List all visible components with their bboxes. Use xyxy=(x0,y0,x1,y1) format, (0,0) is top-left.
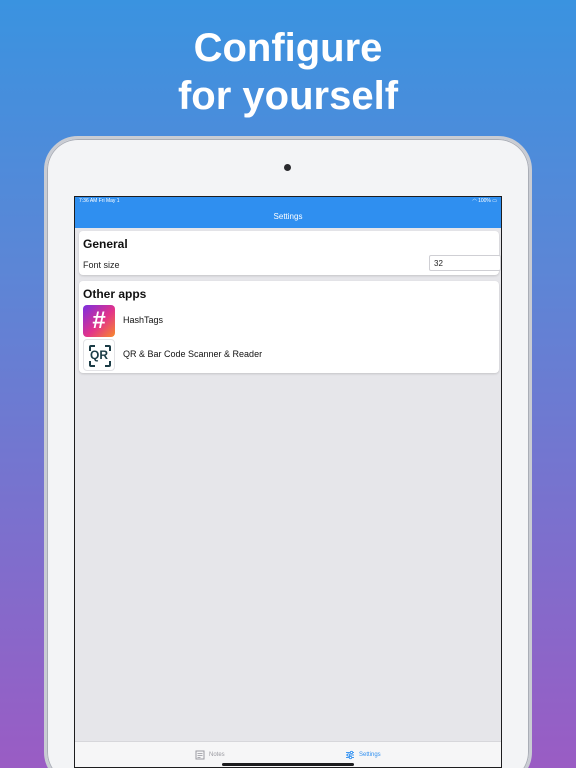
page-title: Settings xyxy=(273,212,303,221)
battery-level: 100% xyxy=(478,198,491,204)
other-apps-title: Other apps xyxy=(83,287,147,301)
general-section: General Font size xyxy=(79,231,501,275)
headline-line-2: for yourself xyxy=(177,74,399,118)
general-title: General xyxy=(83,237,128,251)
font-size-label: Font size xyxy=(83,260,120,270)
app-name-hashtags: HashTags xyxy=(123,315,164,325)
app-screen: 7:36 AM Fri May 1 ◠ 100% ▭ Settings Gene… xyxy=(74,196,502,768)
status-time: 7:36 AM Fri May 1 xyxy=(79,198,120,204)
notes-icon xyxy=(195,750,205,760)
hashtag-icon: # xyxy=(83,305,115,337)
hashtag-glyph: # xyxy=(92,307,106,334)
other-apps-section: Other apps # HashTags QR QR & Bar Code S… xyxy=(79,281,499,373)
app-row-qr-scanner[interactable]: QR QR & Bar Code Scanner & Reader xyxy=(83,339,493,371)
camera-icon xyxy=(284,164,291,171)
home-indicator xyxy=(222,763,354,766)
battery-icon: ▭ xyxy=(490,198,497,204)
qr-glyph: QR xyxy=(90,348,108,362)
tab-settings-label: Settings xyxy=(359,752,381,758)
app-name-qr-scanner: QR & Bar Code Scanner & Reader xyxy=(123,349,263,359)
font-size-input[interactable] xyxy=(429,255,501,271)
sliders-icon xyxy=(346,750,354,760)
headline: Configure for yourself xyxy=(0,24,576,120)
app-row-hashtags[interactable]: # HashTags xyxy=(83,305,493,337)
qr-icon: QR xyxy=(83,339,115,371)
tab-notes[interactable]: Notes xyxy=(195,748,225,762)
tab-settings[interactable]: Settings xyxy=(345,748,381,762)
headline-line-1: Configure xyxy=(193,26,383,70)
status-battery: ◠ 100% ▭ xyxy=(472,197,497,206)
navigation-bar: Settings xyxy=(75,206,501,228)
tab-notes-label: Notes xyxy=(209,752,225,758)
status-bar: 7:36 AM Fri May 1 ◠ 100% ▭ xyxy=(75,197,501,206)
